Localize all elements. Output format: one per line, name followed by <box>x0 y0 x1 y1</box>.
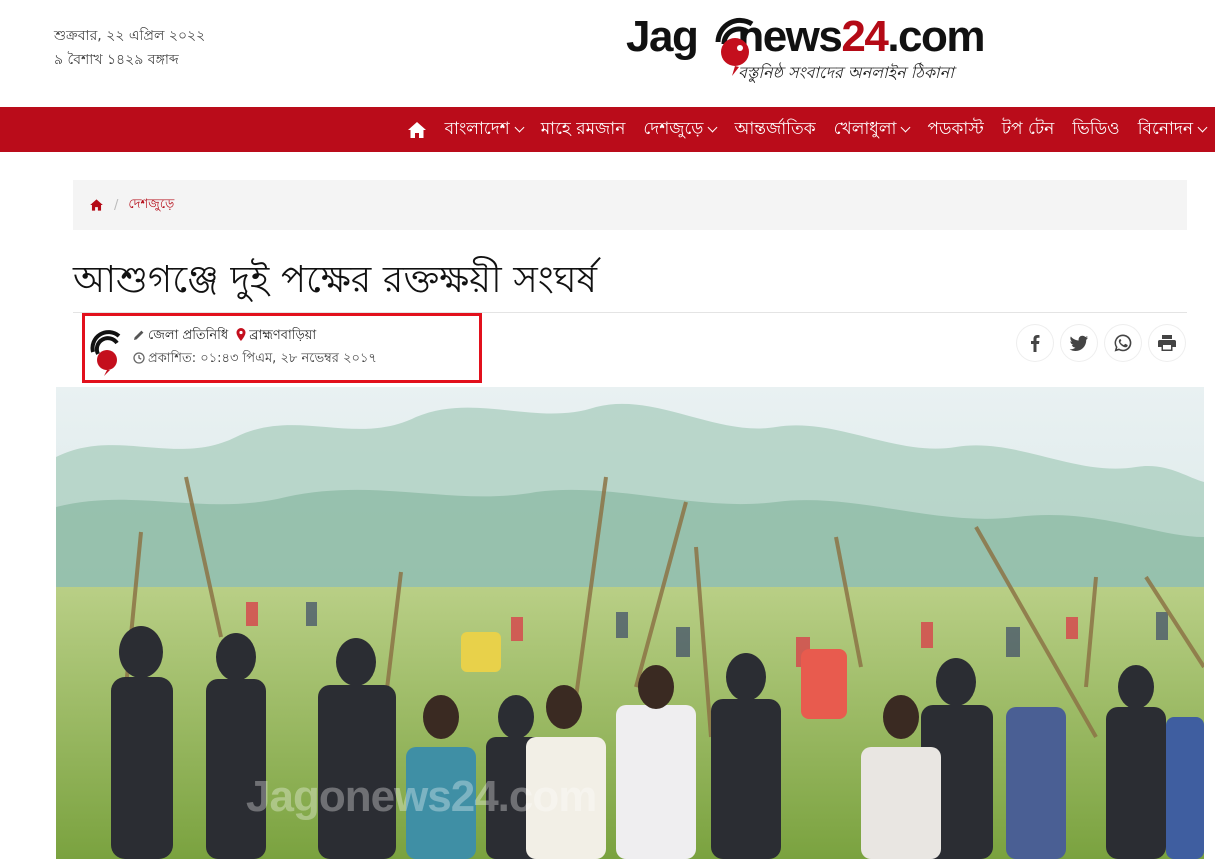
author-location[interactable]: ব্রাহ্মণবাড়িয়া <box>249 328 316 343</box>
nav-item-top-ten[interactable]: টপ টেন <box>993 116 1064 144</box>
nav-item-ramadan[interactable]: মাহে রমজান <box>532 116 635 144</box>
clash-scene-image <box>56 387 1204 859</box>
nav-list: বাংলাদেশ মাহে রমজান দেশজুড়ে আন্তর্জাতিক… <box>398 107 1215 152</box>
image-watermark: Jagonews24.com <box>246 772 597 821</box>
nav-item-bangladesh[interactable]: বাংলাদেশ <box>436 116 532 144</box>
print-button[interactable] <box>1149 325 1185 361</box>
chevron-down-icon <box>1197 122 1208 132</box>
breadcrumb-link-country[interactable]: দেশজুড়ে <box>128 195 174 216</box>
bangla-date: ৯ বৈশাখ ১৪২৯ বঙ্গাব্দ <box>54 52 179 68</box>
nav-item-video[interactable]: ভিডিও <box>1063 116 1128 144</box>
home-icon[interactable] <box>89 198 104 212</box>
pencil-icon <box>134 330 144 340</box>
byline-box: জেলা প্রতিনিধি ব্রাহ্মণবাড়িয়া প্রকাশিত… <box>82 313 482 383</box>
clock-icon <box>133 352 145 364</box>
english-date: শুক্রবার, ২২ এপ্রিল ২০২২ <box>54 28 206 44</box>
logo-tagline: বস্তুনিষ্ঠ সংবাদের অনলাইন ঠিকানা <box>738 63 954 82</box>
twitter-share-button[interactable] <box>1061 325 1097 361</box>
article-hero-image: Jagonews24.com <box>56 387 1204 859</box>
chevron-down-icon <box>707 122 718 132</box>
nav-item-country[interactable]: দেশজুড়ে <box>634 116 725 144</box>
published-time: প্রকাশিত: ০১:৪৩ পিএম, ২৮ নভেম্বর ২০১৭ <box>148 351 377 366</box>
whatsapp-share-button[interactable] <box>1105 325 1141 361</box>
chevron-down-icon <box>514 122 525 132</box>
home-icon <box>407 121 426 138</box>
nav-item-international[interactable]: আন্তর্জাতিক <box>725 116 824 144</box>
nav-item-sports[interactable]: খেলাধুলা <box>825 116 919 144</box>
nav-item-entertainment[interactable]: বিনোদন <box>1129 116 1215 144</box>
share-buttons <box>1017 325 1185 361</box>
author-name[interactable]: জেলা প্রতিনিধি <box>148 328 228 343</box>
date-block: শুক্রবার, ২২ এপ্রিল ২০২২ ৯ বৈশাখ ১৪২৯ বঙ… <box>54 24 205 72</box>
map-pin-icon <box>236 328 246 341</box>
main-navbar: বাংলাদেশ মাহে রমজান দেশজুড়ে আন্তর্জাতিক… <box>0 107 1215 152</box>
chevron-down-icon <box>900 122 911 132</box>
article-headline: আশুগঞ্জে দুই পক্ষের রক্তক্ষয়ী সংঘর্ষ <box>73 258 598 301</box>
byline-date-row: প্রকাশিত: ০১:৪৩ পিএম, ২৮ নভেম্বর ২০১৭ <box>133 349 377 370</box>
nav-item-podcast[interactable]: পডকাস্ট <box>918 116 992 144</box>
printer-icon <box>1158 335 1176 351</box>
byline-author-row: জেলা প্রতিনিধি ব্রাহ্মণবাড়িয়া <box>133 326 316 347</box>
breadcrumb: / দেশজুড়ে <box>73 180 1187 230</box>
whatsapp-icon <box>1114 334 1132 352</box>
facebook-share-button[interactable] <box>1017 325 1053 361</box>
twitter-icon <box>1069 335 1088 351</box>
facebook-icon <box>1031 335 1040 352</box>
author-avatar <box>90 330 121 376</box>
logo-wordmark: Jag news24.com <box>626 12 986 61</box>
breadcrumb-separator: / <box>114 197 119 213</box>
site-logo[interactable]: Jag news24.com বস্তুনিষ্ঠ সংবাদের অনলাইন … <box>626 8 996 88</box>
nav-home[interactable] <box>398 120 436 140</box>
